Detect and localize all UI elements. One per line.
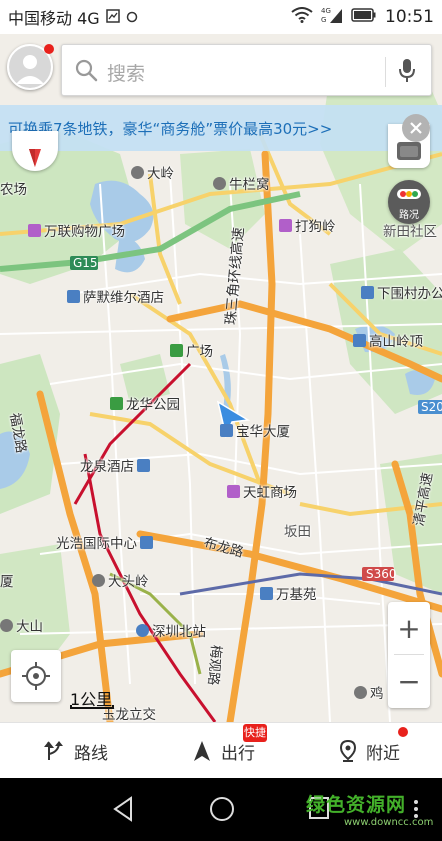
- zoom-out-button[interactable]: −: [388, 655, 430, 707]
- map-label-gaoshanling[interactable]: 高山岭顶: [353, 330, 423, 350]
- wifi-icon: [291, 7, 313, 27]
- locate-me-button[interactable]: [11, 650, 61, 702]
- promo-banner[interactable]: 可换乘7条地铁，豪华“商务舱”票价最高30元>>: [0, 105, 442, 151]
- nav-travel-label: 出行: [221, 743, 255, 764]
- map-label-guangxuguoji[interactable]: 光浩国际中心: [56, 532, 153, 552]
- map-label-ji[interactable]: 鸡: [354, 682, 384, 702]
- map-label-nongchang[interactable]: 农场: [0, 178, 27, 198]
- map-label-shenzhenbeizhan[interactable]: 深圳北站: [136, 620, 206, 640]
- map-label-tianhong[interactable]: 天虹商场: [227, 481, 297, 501]
- map-label-baohuadasha[interactable]: 宝华大厦: [220, 420, 290, 440]
- signal-4g-icon: 4G G: [321, 6, 343, 28]
- nearby-notification-dot: [398, 727, 408, 737]
- watermark-title: 绿色资源网: [306, 794, 407, 816]
- search-divider: [385, 57, 386, 87]
- status-bar: 中国移动 4G 4G G 10:51: [0, 0, 442, 34]
- map-label-longhuagongyuan[interactable]: 龙华公园: [110, 393, 180, 413]
- home-button[interactable]: [209, 796, 235, 826]
- map-label-niulanwo[interactable]: 牛栏窝: [213, 173, 270, 193]
- travel-badge: 快捷: [243, 724, 267, 742]
- search-placeholder: 搜索: [107, 63, 146, 85]
- back-triangle-icon: [113, 796, 132, 822]
- map-label-saimo[interactable]: 萨默维尔酒店: [67, 286, 164, 306]
- map-label-meiguanlu[interactable]: 梅观路: [205, 644, 228, 686]
- svg-text:4G: 4G: [321, 7, 331, 15]
- navigation-arrow-icon: [194, 741, 210, 761]
- crosshair-icon: [22, 662, 50, 690]
- nav-nearby-label: 附近: [366, 743, 400, 764]
- battery-icon: [351, 7, 377, 27]
- zoom-controls: + −: [388, 602, 430, 708]
- home-circle-icon: [210, 797, 234, 821]
- map-label-longquanjiudian[interactable]: 龙泉酒店: [80, 455, 150, 475]
- search-icon: [74, 58, 98, 86]
- nav-nearby-button[interactable]: 附近: [340, 723, 400, 779]
- s360-shield-label: S360: [366, 567, 397, 581]
- g15-shield-label: G15: [73, 256, 98, 270]
- map-label-wanjiyuan[interactable]: 万基苑: [260, 583, 317, 603]
- map-label-bantian[interactable]: 坂田: [284, 520, 311, 540]
- zoom-in-button[interactable]: +: [388, 602, 430, 654]
- watermark-url: www.downcc.com: [344, 817, 434, 828]
- clock: 10:51: [385, 7, 434, 27]
- route-icon: [44, 741, 63, 760]
- nav-route-label: 路线: [74, 743, 108, 764]
- map-label-dagouling[interactable]: 打狗岭: [279, 215, 336, 235]
- back-button[interactable]: [112, 796, 134, 826]
- circle-notification-icon: [126, 8, 138, 27]
- banner-close-button[interactable]: [402, 114, 430, 142]
- traffic-toggle-button[interactable]: 路况: [388, 180, 430, 224]
- map-label-wanlian[interactable]: 万联购物广场: [28, 220, 125, 240]
- s20-shield-label: S20: [421, 400, 442, 414]
- svg-text:G: G: [321, 16, 326, 24]
- map-label-guangchang[interactable]: 广场: [170, 340, 213, 360]
- image-notification-icon: [105, 8, 120, 27]
- map-scale-bar: [70, 705, 114, 709]
- map-label-dashan[interactable]: 大山: [0, 615, 43, 635]
- microphone-icon[interactable]: [397, 58, 417, 88]
- bottom-navigation: 路线 出行 附近: [0, 722, 442, 778]
- carrier-label: 中国移动 4G: [8, 9, 100, 28]
- map-label-dalin[interactable]: 大岭: [131, 162, 174, 182]
- map-label-datouling[interactable]: 大头岭: [92, 570, 149, 590]
- avatar-notification-dot: [44, 44, 54, 54]
- traffic-label: 路况: [399, 210, 419, 221]
- watermark: 绿色资源网 www.downcc.com: [306, 790, 433, 828]
- traffic-light-icon: [397, 189, 421, 199]
- location-pin-icon: [340, 740, 356, 762]
- close-icon: [410, 122, 422, 134]
- map-label-xiaweicun[interactable]: 下围村办公: [361, 282, 442, 302]
- map-label-xia[interactable]: 厦: [0, 570, 14, 590]
- search-row: 搜索: [0, 40, 442, 102]
- nav-route-button[interactable]: 路线: [44, 723, 108, 779]
- search-input[interactable]: 搜索: [61, 44, 432, 96]
- map-app-screen: 中国移动 4G 4G G 10:51 大岭 牛栏窝 农场 万联购物广场 打狗岭 …: [0, 0, 442, 841]
